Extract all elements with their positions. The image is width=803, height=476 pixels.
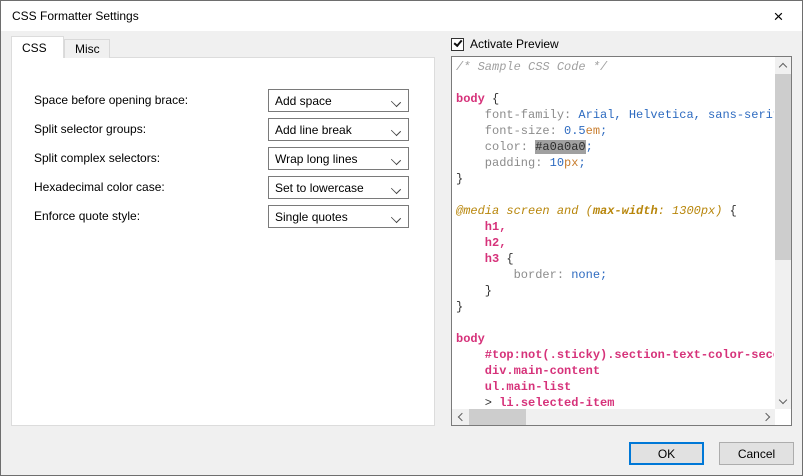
chevron-down-icon [391, 155, 401, 165]
setting-dropdown[interactable]: Add space [268, 89, 409, 112]
dropdown-selected-value: Wrap long lines [275, 152, 358, 166]
activate-preview-checkbox[interactable] [451, 38, 464, 51]
code-line: font-size: 0.5em; [456, 123, 774, 139]
scroll-left-icon[interactable] [452, 409, 468, 425]
scroll-down-icon[interactable] [775, 393, 791, 409]
code-line: h3 { [456, 251, 774, 267]
code-line: color: #a0a0a0; [456, 139, 774, 155]
chevron-down-icon [391, 184, 401, 194]
activate-preview-label: Activate Preview [470, 37, 559, 51]
tab-label: Misc [75, 42, 100, 56]
vertical-scroll-thumb[interactable] [775, 74, 791, 260]
code-line: body [456, 331, 774, 347]
dropdown-selected-value: Add space [275, 94, 332, 108]
code-line: padding: 10px; [456, 155, 774, 171]
activate-preview-row[interactable]: Activate Preview [451, 37, 559, 51]
code-line [456, 75, 774, 91]
css-preview-pane: /* Sample CSS Code */ body { font-family… [451, 56, 792, 426]
code-line: #top:not(.sticky).section-text-color-sec… [456, 347, 774, 363]
tab-css[interactable]: CSS [11, 36, 64, 58]
dropdown-selected-value: Single quotes [275, 210, 348, 224]
setting-dropdown[interactable]: Set to lowercase [268, 176, 409, 199]
code-line: h2, [456, 235, 774, 251]
setting-dropdown[interactable]: Add line break [268, 118, 409, 141]
horizontal-scroll-thumb[interactable] [469, 409, 526, 425]
title-bar: CSS Formatter Settings × [1, 1, 802, 31]
form-row: Split selector groups: Add line break [12, 118, 434, 141]
code-line: body { [456, 91, 774, 107]
vertical-scrollbar[interactable] [775, 57, 791, 409]
setting-label: Space before opening brace: [34, 93, 188, 107]
window-title: CSS Formatter Settings [12, 9, 139, 23]
close-button[interactable]: × [756, 2, 801, 30]
code-line: /* Sample CSS Code */ [456, 59, 774, 75]
form-row: Split complex selectors: Wrap long lines [12, 147, 434, 170]
close-icon: × [774, 8, 784, 25]
setting-dropdown[interactable]: Single quotes [268, 205, 409, 228]
css-preview-code: /* Sample CSS Code */ body { font-family… [452, 57, 774, 408]
code-line: border: none; [456, 267, 774, 283]
setting-label: Hexadecimal color case: [34, 180, 165, 194]
horizontal-scrollbar[interactable] [452, 409, 775, 425]
css-formatter-settings-dialog: CSS Formatter Settings × CSS Misc Space b… [0, 0, 803, 476]
css-tab-panel: Space before opening brace: Add space Spli… [11, 57, 435, 426]
form-row: Hexadecimal color case: Set to lowercase [12, 176, 434, 199]
setting-label: Enforce quote style: [34, 209, 140, 223]
chevron-down-icon [391, 126, 401, 136]
code-line: font-family: Arial, Helvetica, sans-seri… [456, 107, 774, 123]
code-line: } [456, 283, 774, 299]
code-line: ul.main-list [456, 379, 774, 395]
cancel-button[interactable]: Cancel [719, 442, 794, 465]
setting-label: Split selector groups: [34, 122, 146, 136]
tab-misc[interactable]: Misc [64, 39, 110, 58]
form-row: Enforce quote style: Single quotes [12, 205, 434, 228]
ok-button[interactable]: OK [629, 442, 704, 465]
code-line: > li.selected-item [456, 395, 774, 408]
scroll-right-icon[interactable] [759, 409, 775, 425]
chevron-down-icon [391, 213, 401, 223]
code-line: div.main-content [456, 363, 774, 379]
tab-label: CSS [22, 41, 47, 55]
code-line [456, 187, 774, 203]
dropdown-selected-value: Add line break [275, 123, 352, 137]
code-line: } [456, 299, 774, 315]
code-line [456, 315, 774, 331]
setting-dropdown[interactable]: Wrap long lines [268, 147, 409, 170]
setting-label: Split complex selectors: [34, 151, 160, 165]
form-row: Space before opening brace: Add space [12, 89, 434, 112]
ok-button-label: OK [658, 447, 675, 461]
cancel-button-label: Cancel [738, 447, 775, 461]
scroll-up-icon[interactable] [775, 57, 791, 73]
code-line: } [456, 171, 774, 187]
code-line: @media screen and (max-width: 1300px) { [456, 203, 774, 219]
code-line: h1, [456, 219, 774, 235]
tab-strip: CSS Misc [11, 36, 110, 58]
dropdown-selected-value: Set to lowercase [275, 181, 364, 195]
chevron-down-icon [391, 97, 401, 107]
